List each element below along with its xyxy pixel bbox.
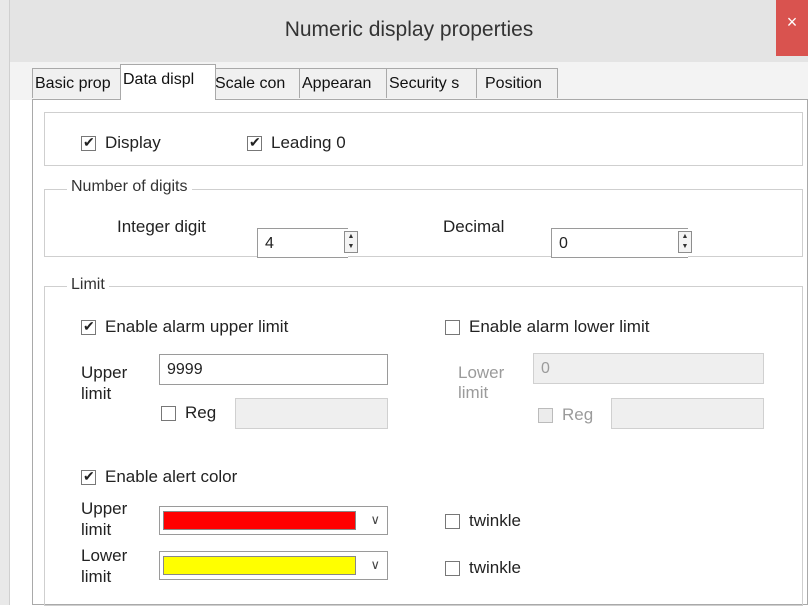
close-button[interactable]: × (776, 0, 808, 56)
spin-arrows-icon: ▲ ▼ (347, 233, 355, 250)
enable-alert-color-checkbox[interactable]: Enable alert color (81, 467, 237, 487)
lower-reg-input (611, 398, 764, 429)
lower-limit-label-line2: limit (458, 383, 489, 402)
enable-lower-limit-label: Enable alarm lower limit (469, 317, 650, 336)
checkbox-icon (445, 319, 460, 335)
checkmark-icon (247, 134, 262, 151)
upper-twinkle-label: twinkle (469, 511, 521, 530)
limit-legend: Limit (67, 276, 109, 294)
integer-digit-input[interactable]: 4 (257, 228, 348, 258)
alert-lower-label-line2: limit (81, 567, 112, 586)
decimal-label: Decimal (443, 217, 505, 236)
enable-upper-limit-checkbox[interactable]: Enable alarm upper limit (81, 317, 288, 337)
lower-reg-checkbox: Reg (538, 405, 593, 425)
display-label: Display (105, 133, 161, 152)
tab-security-settings[interactable]: Security s (386, 68, 477, 98)
enable-alert-color-label: Enable alert color (105, 467, 238, 486)
checkbox-icon (445, 560, 460, 576)
decimal-spinner[interactable]: ▲ ▼ (678, 231, 692, 253)
properties-dialog: Numeric display properties × Basic prop … (10, 0, 808, 606)
tab-appearance[interactable]: Appearan (299, 68, 387, 98)
dialog-title: Numeric display properties (284, 18, 534, 41)
upper-twinkle-checkbox[interactable]: twinkle (445, 511, 521, 531)
lower-twinkle-label: twinkle (469, 558, 521, 577)
lower-limit-input: 0 (533, 353, 764, 384)
checkmark-icon (81, 318, 96, 335)
tab-data-display[interactable]: Data displ (120, 64, 216, 100)
upper-limit-input[interactable]: 9999 (159, 354, 388, 385)
alert-lower-label-line1: Lower (81, 546, 128, 565)
spin-arrows-icon: ▲ ▼ (681, 233, 689, 250)
upper-color-swatch (163, 511, 356, 530)
chevron-down-icon: ∨ (370, 557, 380, 572)
data-display-panel: Display Leading 0 Number of digits Integ… (32, 99, 808, 606)
tab-scale-conversion[interactable]: Scale con (212, 68, 300, 98)
checkmark-icon (81, 134, 96, 151)
checkbox-icon (538, 407, 553, 423)
title-bar[interactable]: Numeric display properties × (10, 0, 808, 62)
background-window-edge (0, 0, 10, 605)
enable-lower-limit-checkbox[interactable]: Enable alarm lower limit (445, 317, 649, 337)
upper-reg-input (235, 398, 388, 429)
tab-position[interactable]: Position (476, 68, 558, 98)
checkbox-icon (445, 513, 460, 529)
upper-reg-checkbox[interactable]: Reg (161, 403, 216, 423)
checkbox-icon (161, 405, 176, 421)
lower-twinkle-checkbox[interactable]: twinkle (445, 558, 521, 578)
upper-color-dropdown[interactable]: ∨ (159, 506, 388, 535)
tab-basic-properties[interactable]: Basic prop (32, 68, 129, 98)
integer-digit-spinner[interactable]: ▲ ▼ (344, 231, 358, 253)
display-checkbox[interactable]: Display (81, 133, 161, 153)
enable-upper-limit-label: Enable alarm upper limit (105, 317, 289, 336)
upper-limit-label-line2: limit (81, 384, 112, 403)
checkmark-icon (81, 468, 96, 485)
leading-zero-checkbox[interactable]: Leading 0 (247, 133, 346, 153)
leading-zero-label: Leading 0 (271, 133, 346, 152)
upper-limit-label-line1: Upper (81, 363, 128, 382)
lower-limit-label-line1: Lower (458, 363, 505, 382)
alert-upper-label-line2: limit (81, 520, 112, 539)
decimal-input[interactable]: 0 (551, 228, 688, 258)
lower-reg-label: Reg (562, 405, 594, 424)
digits-legend: Number of digits (67, 178, 192, 196)
alert-upper-label-line1: Upper (81, 499, 128, 518)
upper-reg-label: Reg (185, 403, 217, 422)
lower-color-swatch (163, 556, 356, 575)
close-icon: × (786, 12, 798, 32)
lower-color-dropdown[interactable]: ∨ (159, 551, 388, 580)
chevron-down-icon: ∨ (370, 512, 380, 527)
integer-digit-label: Integer digit (117, 217, 206, 236)
